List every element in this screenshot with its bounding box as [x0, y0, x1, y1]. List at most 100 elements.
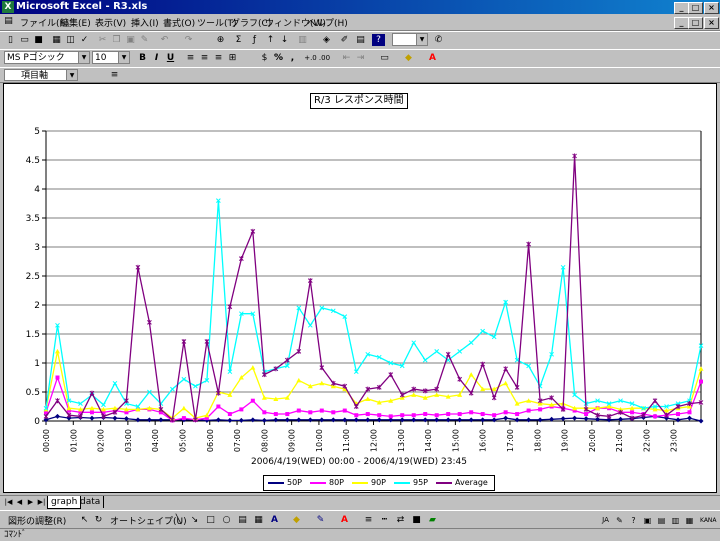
format-selected-icon[interactable]: ≡ — [108, 69, 121, 81]
menu-help[interactable]: ヘルプ(H) — [307, 16, 348, 29]
select-objects-icon[interactable]: ↖ — [78, 514, 91, 526]
fill-color-icon[interactable]: ◆ — [402, 52, 415, 64]
data-point — [423, 412, 428, 417]
function-icon[interactable]: ƒ — [248, 34, 261, 46]
tray-icon-1[interactable]: ▣ — [642, 515, 653, 526]
arrow-icon[interactable]: ↘ — [188, 514, 201, 526]
italic-button[interactable]: I — [150, 52, 163, 64]
shadow-icon[interactable]: ■ — [410, 514, 423, 526]
decrease-decimal-icon[interactable]: .00 — [318, 52, 331, 64]
wordart-a-icon[interactable]: A — [268, 514, 281, 526]
chart-wizard-icon[interactable]: ▥ — [296, 34, 309, 46]
sort-desc-icon[interactable]: ↓ — [278, 34, 291, 46]
menu-format[interactable]: 書式(O) — [163, 16, 195, 29]
line-style-icon[interactable]: ≡ — [362, 514, 375, 526]
redo-icon[interactable]: ↷ — [182, 34, 195, 46]
office-assistant-icon[interactable]: ✆ — [432, 34, 445, 46]
undo-icon[interactable]: ↶ — [158, 34, 171, 46]
chart-objects-value: 項目軸 — [21, 71, 49, 81]
underline-button[interactable]: U — [164, 52, 177, 64]
close-button[interactable]: × — [704, 2, 719, 14]
maximize-button[interactable]: □ — [688, 2, 703, 14]
borders-icon[interactable]: ▭ — [378, 52, 391, 64]
data-point — [687, 410, 692, 415]
tray-icon-4[interactable]: ▦ — [684, 515, 695, 526]
align-left-icon[interactable]: ≡ — [184, 52, 197, 64]
print-icon[interactable]: ▦ — [50, 34, 63, 46]
paste-icon[interactable]: ▣ — [124, 34, 137, 46]
font-color-icon[interactable]: A — [426, 52, 439, 64]
doc-close-button[interactable]: × — [704, 17, 719, 29]
decrease-indent-icon[interactable]: ⇤ — [340, 52, 353, 64]
x-axis-title[interactable]: 2006/4/19(WED) 00:00 - 2006/4/19(WED) 23… — [244, 457, 474, 467]
legend-item[interactable]: 80P — [310, 478, 344, 488]
workbook-icon[interactable]: ▤ — [2, 15, 15, 27]
excel-app-icon[interactable]: X — [2, 1, 14, 13]
line-color-icon[interactable]: ✎ — [314, 514, 327, 526]
align-center-icon[interactable]: ≡ — [198, 52, 211, 64]
open-icon[interactable]: ▭ — [18, 34, 31, 46]
autosum-icon[interactable]: Σ — [232, 34, 245, 46]
menu-insert[interactable]: 挿入(I) — [131, 16, 159, 29]
increase-indent-icon[interactable]: ⇥ — [354, 52, 367, 64]
percent-button[interactable]: % — [272, 52, 285, 64]
zoom-combo[interactable]: ▼ — [392, 33, 428, 46]
merge-center-icon[interactable]: ⊞ — [226, 52, 239, 64]
font-size-combo[interactable]: 10 ▼ — [92, 51, 130, 64]
comma-button[interactable]: , — [286, 52, 299, 64]
status-bar: ｺﾏﾝﾄﾞ JA ✎ ? ▣ ▤ ▥ ▦ KANA — [0, 516, 720, 541]
chart-legend[interactable]: 50P 80P 90P 95P Average — [263, 475, 495, 491]
print-preview-icon[interactable]: ◫ — [64, 34, 77, 46]
currency-icon[interactable]: $ — [258, 52, 271, 64]
legend-item[interactable]: 95P — [394, 478, 428, 488]
ime-kana-icon[interactable]: KANA — [700, 515, 717, 526]
copy-icon[interactable]: ❐ — [110, 34, 123, 46]
menu-edit[interactable]: 編集(E) — [60, 16, 91, 29]
help-tray-icon[interactable]: ? — [628, 515, 639, 526]
arrow-style-icon[interactable]: ⇄ — [394, 514, 407, 526]
format-painter-icon[interactable]: ✎ — [138, 34, 151, 46]
new-icon[interactable]: ▯ — [4, 34, 17, 46]
map-icon[interactable]: ◈ — [320, 34, 333, 46]
align-right-icon[interactable]: ≡ — [212, 52, 225, 64]
data-point — [445, 417, 451, 423]
ime-pad-icon[interactable]: ✎ — [614, 515, 625, 526]
spelling-icon[interactable]: ✓ — [78, 34, 91, 46]
free-rotate-icon[interactable]: ↻ — [92, 514, 105, 526]
tray-icon-3[interactable]: ▥ — [670, 515, 681, 526]
3d-icon[interactable]: ▰ — [426, 514, 439, 526]
font-name-combo[interactable]: MS Pゴシック ▼ — [4, 51, 90, 64]
window-title: Microsoft Excel - R3.xls — [16, 1, 148, 12]
minimize-button[interactable]: _ — [674, 2, 689, 14]
save-icon[interactable]: ■ — [32, 34, 45, 46]
hyperlink-icon[interactable]: ⊕ — [214, 34, 227, 46]
fill-color-draw-icon[interactable]: ◆ — [290, 514, 303, 526]
ime-icon[interactable]: JA — [600, 515, 611, 526]
doc-restore-button[interactable]: □ — [688, 17, 703, 29]
bold-button[interactable]: B — [136, 52, 149, 64]
oval-icon[interactable]: ○ — [220, 514, 233, 526]
dash-style-icon[interactable]: ┅ — [378, 514, 391, 526]
textbox-icon[interactable]: ▤ — [236, 514, 249, 526]
rectangle-icon[interactable]: □ — [204, 514, 217, 526]
shape-adjust-menu[interactable]: 図形の調整(R) — [8, 514, 66, 527]
line-icon[interactable]: ╲ — [172, 514, 185, 526]
legend-item[interactable]: Average — [436, 478, 488, 488]
wordart-icon[interactable]: ▦ — [252, 514, 265, 526]
legend-item[interactable]: 50P — [268, 478, 302, 488]
doc-minimize-button[interactable]: _ — [674, 17, 689, 29]
menu-view[interactable]: 表示(V) — [95, 16, 126, 29]
tab-data[interactable]: data — [77, 496, 105, 508]
drawing-icon[interactable]: ✐ — [338, 34, 351, 46]
chart-objects-combo[interactable]: 項目軸 ▼ — [4, 69, 78, 81]
chart-type-icon[interactable]: ▤ — [354, 34, 367, 46]
chart-title[interactable]: R/3 レスポンス時間 — [310, 93, 408, 109]
chart-area[interactable]: 0 0.5 1 1.5 2 2.5 3 3.5 4 4.5 5 00:00 01:00 02:00 03:0… — [3, 83, 717, 493]
help-assistant-icon[interactable]: ? — [372, 34, 385, 46]
cut-icon[interactable]: ✂ — [96, 34, 109, 46]
font-color-draw-icon[interactable]: A — [338, 514, 351, 526]
increase-decimal-icon[interactable]: +.0 — [304, 52, 317, 64]
sort-asc-icon[interactable]: ↑ — [264, 34, 277, 46]
tray-icon-2[interactable]: ▤ — [656, 515, 667, 526]
legend-item[interactable]: 90P — [352, 478, 386, 488]
